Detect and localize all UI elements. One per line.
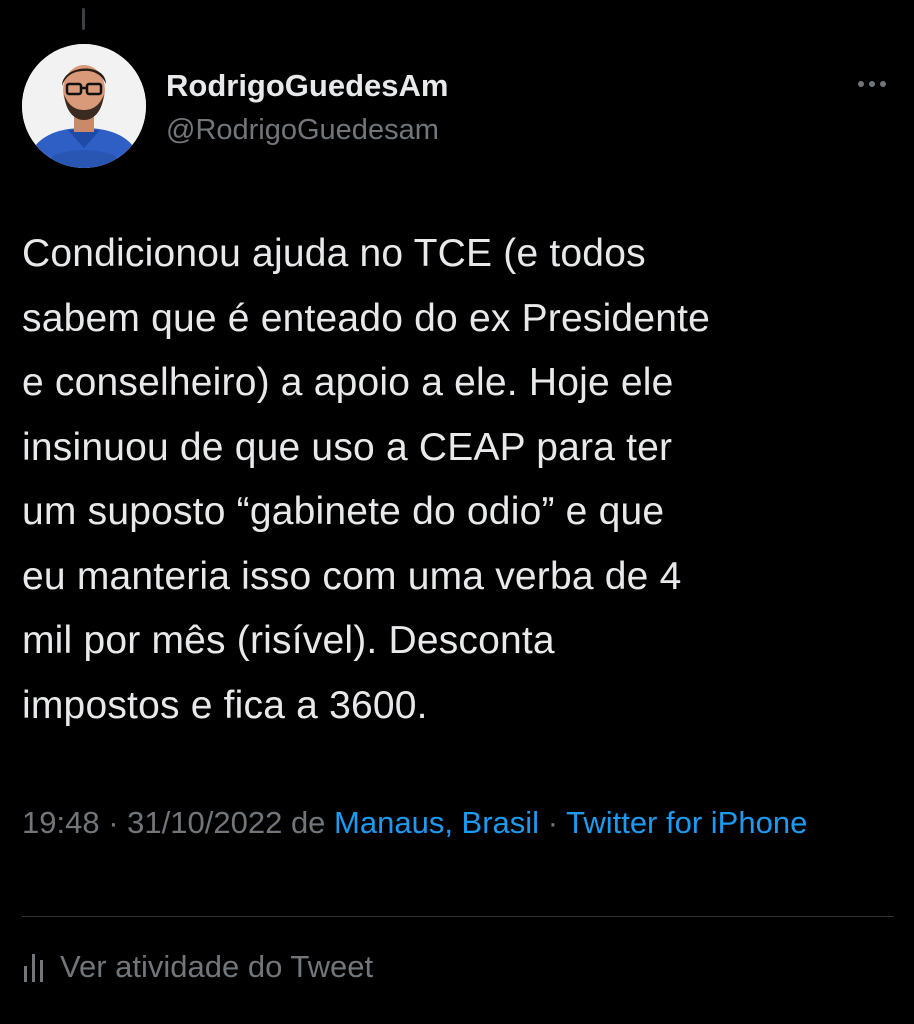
tweet-metadata: 19:48 · 31/10/2022 de Manaus, Brasil · T… (22, 800, 892, 846)
meta-separator: · (108, 805, 119, 840)
author-handle[interactable]: @RodrigoGuedesam (166, 114, 439, 147)
tweet-text: Condicionou ajuda no TCE (e todos sabem … (22, 232, 711, 727)
tweet-date[interactable]: 31/10/2022 (127, 805, 282, 840)
meta-separator-2: · (547, 805, 559, 840)
tweet-location-link[interactable]: Manaus, Brasil (334, 805, 539, 840)
tweet-time[interactable]: 19:48 (22, 805, 100, 840)
tweet-header: RodrigoGuedesAm @RodrigoGuedesam (22, 44, 892, 168)
thread-connector-line (82, 8, 85, 30)
divider (22, 916, 894, 917)
more-options-button[interactable] (852, 72, 892, 96)
from-word: de (290, 805, 326, 840)
activity-label: Ver atividade do Tweet (60, 949, 374, 984)
analytics-icon (24, 954, 43, 982)
avatar[interactable] (22, 44, 146, 168)
avatar-photo (22, 44, 146, 168)
author-display-name[interactable]: RodrigoGuedesAm (166, 68, 448, 104)
ellipsis-icon (858, 81, 886, 87)
view-tweet-activity-button[interactable]: Ver atividade do Tweet (22, 944, 373, 990)
tweet-source-link[interactable]: Twitter for iPhone (566, 805, 807, 840)
